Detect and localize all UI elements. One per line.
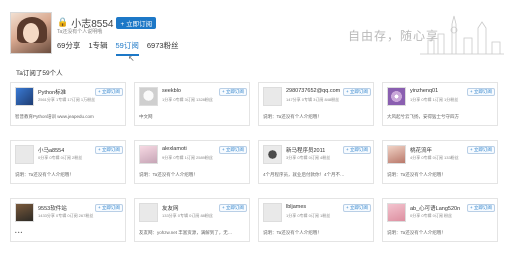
card-username[interactable]: 9553软件站 xyxy=(38,204,67,212)
card-avatar[interactable] xyxy=(139,203,158,222)
subscription-count: Ta订阅了59个人 xyxy=(16,70,63,77)
card-description: 说明：Ta还没有个人介绍哦！ xyxy=(263,114,322,119)
card-description: 智普教育Python培训 www.jeapedu.com xyxy=(15,114,94,119)
card-avatar[interactable] xyxy=(15,203,34,222)
stat-shares[interactable]: 69分享 xyxy=(57,40,80,56)
card-counts: 1分享 0专辑 1订阅 1分粉丝 xyxy=(410,97,459,102)
subscription-card[interactable]: alexlamoti 9分享 0专辑 1订阅 2589粉丝 + 立即订阅说明：Ta还… xyxy=(134,140,250,184)
card-avatar[interactable] xyxy=(15,145,34,164)
subscription-card[interactable]: 友友网 133分享 0专辑 0订阅 88粉丝 + 立即订阅友友网：yohzw.net… xyxy=(134,198,250,242)
subscription-card[interactable]: seekblo 1分享 0专辑 3订阅 1328粉丝 + 立即订阅中文网 xyxy=(134,82,250,126)
subscription-card[interactable]: 2980737652@qq.com 147分享 0专辑 3订阅 848粉丝 + 立即… xyxy=(258,82,374,126)
card-description: 中文网 xyxy=(139,114,153,119)
stat-albums[interactable]: 1专辑 xyxy=(88,40,107,56)
card-follow-button[interactable]: + 立即订阅 xyxy=(95,146,123,154)
subscription-card[interactable]: 桃花流年 4分享 0专辑 0订阅 133粉丝 + 立即订阅说明：Ta还没有个人介绍哦… xyxy=(382,140,498,184)
card-username[interactable]: 友友网 xyxy=(162,204,179,212)
card-description: 4个月程序员，就业后付款你！4个月不… xyxy=(263,172,345,177)
card-description: 说明：Ta还没有个人介绍哦！ xyxy=(387,172,446,177)
mouse-cursor-icon: ↖ xyxy=(128,54,135,63)
follow-user-button[interactable]: + 立即订阅 xyxy=(116,16,157,29)
card-avatar[interactable] xyxy=(263,203,282,222)
card-follow-button[interactable]: + 立即订阅 xyxy=(219,88,247,96)
card-avatar[interactable] xyxy=(139,87,158,106)
subscription-card[interactable]: 小马a8554 0分享 0专辑 0订阅 2粉丝 + 立即订阅说明：Ta还没有个人介绍… xyxy=(10,140,126,184)
card-username[interactable]: 小马a8554 xyxy=(38,146,64,154)
card-follow-button[interactable]: + 立即订阅 xyxy=(219,204,247,212)
card-follow-button[interactable]: + 立即订阅 xyxy=(343,88,371,96)
subscription-card[interactable]: ab_心可语Lang520n 0分享 0专辑 0订阅 粉丝 + 立即订阅说明：Ta还… xyxy=(382,198,498,242)
card-follow-button[interactable]: + 立即订阅 xyxy=(95,88,123,96)
card-counts: 133分享 0专辑 0订阅 88粉丝 xyxy=(162,213,213,218)
card-counts: 3分享 0专辑 0订阅 4粉丝 xyxy=(286,155,331,160)
subscription-card[interactable]: Python标准 2561分享 1专辑 17订阅 1万粉丝 + 立即订阅智普教育Py… xyxy=(10,82,126,126)
card-follow-button[interactable]: + 立即订阅 xyxy=(467,204,495,212)
card-avatar[interactable] xyxy=(387,87,406,106)
subscription-card[interactable]: yinzhenq01 1分享 0专辑 1订阅 1分粉丝 + 立即订阅大风起兮云飞扬，… xyxy=(382,82,498,126)
card-username[interactable]: 2980737652@qq.com xyxy=(286,88,340,94)
card-description: 大风起兮云飞扬，安得猛士兮守四方 xyxy=(387,114,459,119)
profile-stats: 69分享 1专辑 59订阅 6973粉丝 xyxy=(57,40,179,56)
card-counts: 1分享 0专辑 3订阅 1328粉丝 xyxy=(162,97,213,102)
card-description: • • • xyxy=(15,230,23,235)
card-description: 说明：Ta还没有个人介绍哦！ xyxy=(15,172,74,177)
card-follow-button[interactable]: + 立即订阅 xyxy=(95,204,123,212)
card-counts: 9分享 0专辑 1订阅 2589粉丝 xyxy=(162,155,213,160)
profile-header: 🔒 小志8554 + 立即订阅 Ta还没有个人说明哦 69分享 1专辑 59订阅… xyxy=(0,0,510,63)
card-follow-button[interactable]: + 立即订阅 xyxy=(343,146,371,154)
card-avatar[interactable] xyxy=(387,203,406,222)
card-avatar[interactable] xyxy=(139,145,158,164)
card-follow-button[interactable]: + 立即订阅 xyxy=(343,204,371,212)
card-avatar[interactable] xyxy=(15,87,34,106)
user-subtitle: Ta还没有个人说明哦 xyxy=(57,29,103,35)
subscription-card[interactable]: 9553软件站 1433分享 0专辑 0订阅 267粉丝 + 立即订阅 • • • xyxy=(10,198,126,242)
card-avatar[interactable] xyxy=(387,145,406,164)
stat-fans[interactable]: 6973粉丝 xyxy=(147,40,179,56)
card-counts: 1分享 0专辑 0订阅 1粉丝 xyxy=(286,213,331,218)
card-follow-button[interactable]: + 立即订阅 xyxy=(467,88,495,96)
card-counts: 2561分享 1专辑 17订阅 1万粉丝 xyxy=(38,97,96,102)
card-counts: 0分享 0专辑 0订阅 2粉丝 xyxy=(38,155,83,160)
subscription-card[interactable]: lbljames 1分享 0专辑 0订阅 1粉丝 + 立即订阅说明：Ta还没有个人介… xyxy=(258,198,374,242)
card-username[interactable]: lbljames xyxy=(286,204,306,210)
card-username[interactable]: seekblo xyxy=(162,88,181,94)
card-follow-button[interactable]: + 立即订阅 xyxy=(219,146,247,154)
card-description: 说明：Ta还没有个人介绍哦！ xyxy=(387,230,446,235)
card-username[interactable]: 新马程序员2011 xyxy=(286,146,325,154)
card-username[interactable]: ab_心可语Lang520n xyxy=(410,204,460,212)
user-avatar[interactable] xyxy=(10,12,52,54)
card-avatar[interactable] xyxy=(263,145,282,164)
card-username[interactable]: alexlamoti xyxy=(162,146,187,152)
card-description: 说明：Ta还没有个人介绍哦！ xyxy=(139,172,198,177)
card-username[interactable]: 桃花流年 xyxy=(410,146,432,154)
subscription-card[interactable]: 新马程序员2011 3分享 0专辑 0订阅 4粉丝 + 立即订阅 4个月程序员，就业后… xyxy=(258,140,374,184)
card-follow-button[interactable]: + 立即订阅 xyxy=(467,146,495,154)
card-username[interactable]: Python标准 xyxy=(38,88,66,96)
card-description: 说明：Ta还没有个人介绍哦！ xyxy=(263,230,322,235)
city-skyline-icon xyxy=(420,15,504,55)
card-username[interactable]: yinzhenq01 xyxy=(410,88,438,94)
card-counts: 0分享 0专辑 0订阅 粉丝 xyxy=(410,213,453,218)
card-avatar[interactable] xyxy=(263,87,282,106)
card-description: 友友网：yohzw.net 丰富资源，满解到了，无… xyxy=(139,230,233,235)
card-counts: 147分享 0专辑 3订阅 848粉丝 xyxy=(286,97,340,102)
card-counts: 1433分享 0专辑 0订阅 267粉丝 xyxy=(38,213,94,218)
lock-icon: 🔒 xyxy=(57,17,69,27)
card-counts: 4分享 0专辑 0订阅 133粉丝 xyxy=(410,155,459,160)
